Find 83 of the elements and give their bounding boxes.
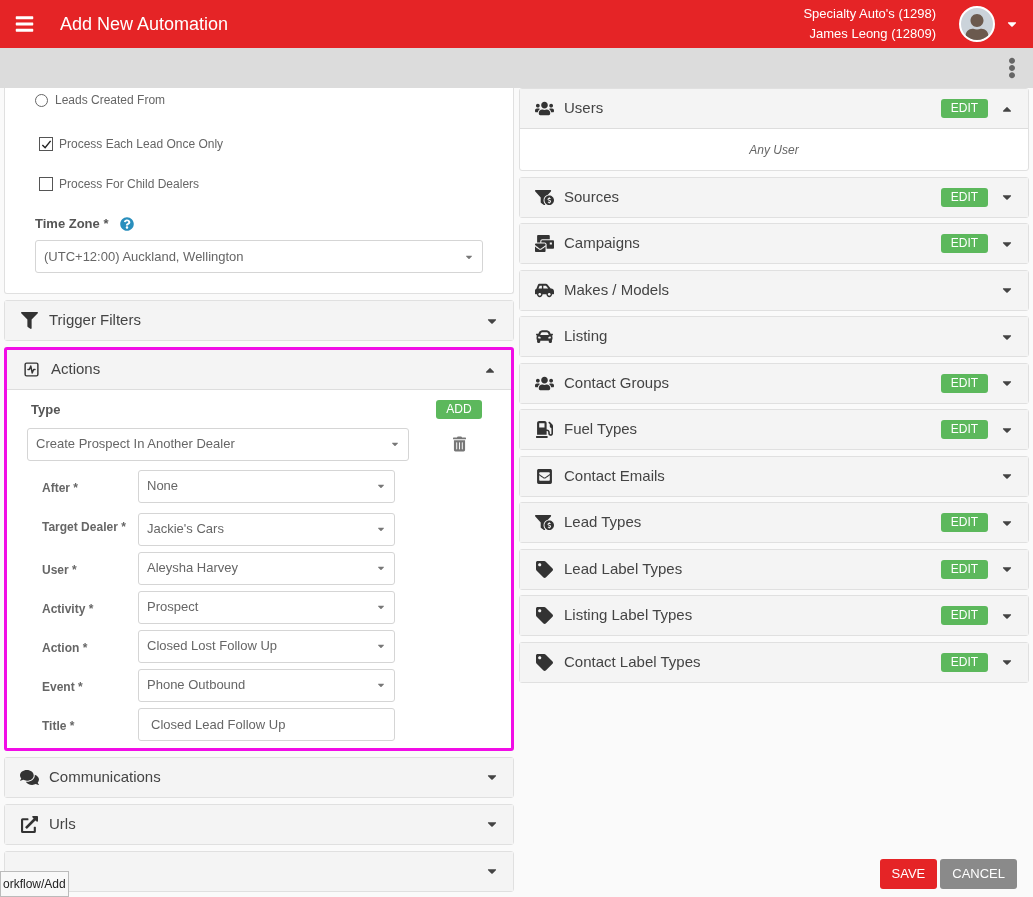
car-icon — [535, 281, 554, 299]
panel-header[interactable]: Trigger Filters — [5, 301, 513, 340]
panel-header[interactable]: Fuel Types EDIT — [520, 410, 1028, 449]
panel-title: Listing — [564, 326, 609, 347]
panel-header[interactable]: Makes / Models — [520, 270, 1028, 310]
external-link-icon — [20, 815, 39, 833]
menu-icon[interactable] — [13, 14, 36, 34]
tag-icon — [535, 607, 554, 624]
option-label: Leads Created From — [55, 92, 166, 109]
users-icon — [535, 374, 554, 392]
panel-header[interactable]: Communications — [5, 757, 513, 797]
option-label: Process Each Lead Once Only — [59, 136, 224, 153]
fuel-pump-icon — [535, 421, 554, 438]
dropdown[interactable]: Prospect — [138, 590, 395, 624]
page-title: Add New Automation — [60, 12, 230, 36]
panel-title: Urls — [49, 813, 77, 834]
panel-header[interactable]: Contact Label Types EDIT — [520, 642, 1028, 682]
panel-header[interactable]: Urls — [5, 804, 513, 844]
panel-header[interactable]: Listing — [520, 317, 1028, 356]
panel-title: Contact Emails — [564, 465, 666, 486]
field-label: Time Zone * — [35, 215, 109, 234]
mail-stack-icon — [535, 235, 554, 252]
field-label: Title * — [42, 717, 76, 735]
checkbox[interactable] — [39, 137, 53, 151]
option-label: Process For Child Dealers — [59, 176, 200, 193]
field-label: Action * — [42, 639, 89, 657]
field-label: After * — [42, 479, 79, 497]
dealer-name: Specialty Auto's (1298) — [803, 5, 936, 23]
funnel-icon — [535, 514, 554, 531]
user-name: James Leong (12809) — [809, 25, 936, 43]
dropdown[interactable]: Closed Lost Follow Up — [138, 629, 395, 663]
dropdown[interactable]: Phone Outbound — [138, 668, 395, 702]
field-label: Event * — [42, 678, 84, 696]
save-button[interactable]: SAVE — [879, 859, 938, 889]
panel-title: Users — [564, 98, 605, 119]
filter-icon — [20, 312, 39, 329]
panel-title: Lead Label Types — [564, 558, 684, 579]
car-icon — [535, 328, 554, 345]
dropdown[interactable]: Jackie's Cars — [138, 512, 395, 546]
panel-title: Makes / Models — [564, 279, 671, 300]
field-label: Target Dealer * — [42, 518, 127, 536]
tag-icon — [535, 560, 554, 578]
tag-icon — [535, 653, 554, 671]
panel-title: Actions — [51, 359, 102, 380]
field-label: Type — [31, 401, 61, 419]
dropdown[interactable]: (UTC+12:00) Auckland, Wellington — [35, 240, 483, 273]
panel-title: Contact Label Types — [564, 651, 702, 672]
field-label: Activity * — [42, 600, 95, 618]
input-field[interactable]: Closed Lead Follow Up — [138, 707, 395, 741]
pulse-icon — [22, 361, 41, 378]
panel-header[interactable]: Lead Label Types EDIT — [520, 549, 1028, 589]
panel-header[interactable]: Contact Emails — [520, 456, 1028, 496]
dropdown[interactable]: Aleysha Harvey — [138, 551, 395, 585]
users-icon — [535, 100, 554, 117]
panel-header[interactable]: Campaigns EDIT — [520, 224, 1028, 263]
panel-title: Campaigns — [564, 233, 641, 254]
empty-message: Any User — [749, 141, 799, 159]
panel-title: Lead Types — [564, 512, 643, 533]
more-icon[interactable] — [1008, 57, 1016, 79]
dropdown[interactable]: None — [138, 469, 395, 503]
panel-header[interactable]: Sources EDIT — [520, 177, 1028, 217]
panel-header[interactable]: Lead Types EDIT — [520, 503, 1028, 542]
panel-header[interactable]: Actions — [7, 350, 511, 389]
panel-header[interactable]: Users EDIT — [520, 89, 1028, 128]
trash-icon[interactable] — [453, 436, 466, 452]
panel-title: Contact Groups — [564, 372, 671, 393]
panel-title: Fuel Types — [564, 419, 639, 440]
panel-header[interactable]: Contact Groups EDIT — [520, 363, 1028, 403]
panel-header[interactable]: Listing Label Types EDIT — [520, 596, 1028, 635]
chat-icon — [20, 768, 39, 786]
envelope-icon — [535, 467, 554, 485]
funnel-icon — [535, 188, 554, 206]
dropdown[interactable]: Create Prospect In Another Dealer — [27, 427, 409, 461]
help-icon[interactable] — [120, 217, 135, 231]
panel-title: Listing Label Types — [564, 605, 694, 626]
cancel-button[interactable]: CANCEL — [940, 859, 1017, 889]
panel-title: Communications — [49, 766, 162, 787]
field-label: User * — [42, 561, 78, 579]
checkbox[interactable] — [39, 177, 53, 191]
panel-title: Trigger Filters — [49, 310, 142, 331]
avatar[interactable] — [959, 6, 995, 42]
panel-title: Sources — [564, 186, 621, 207]
status-url: orkflow/Add — [0, 871, 69, 897]
